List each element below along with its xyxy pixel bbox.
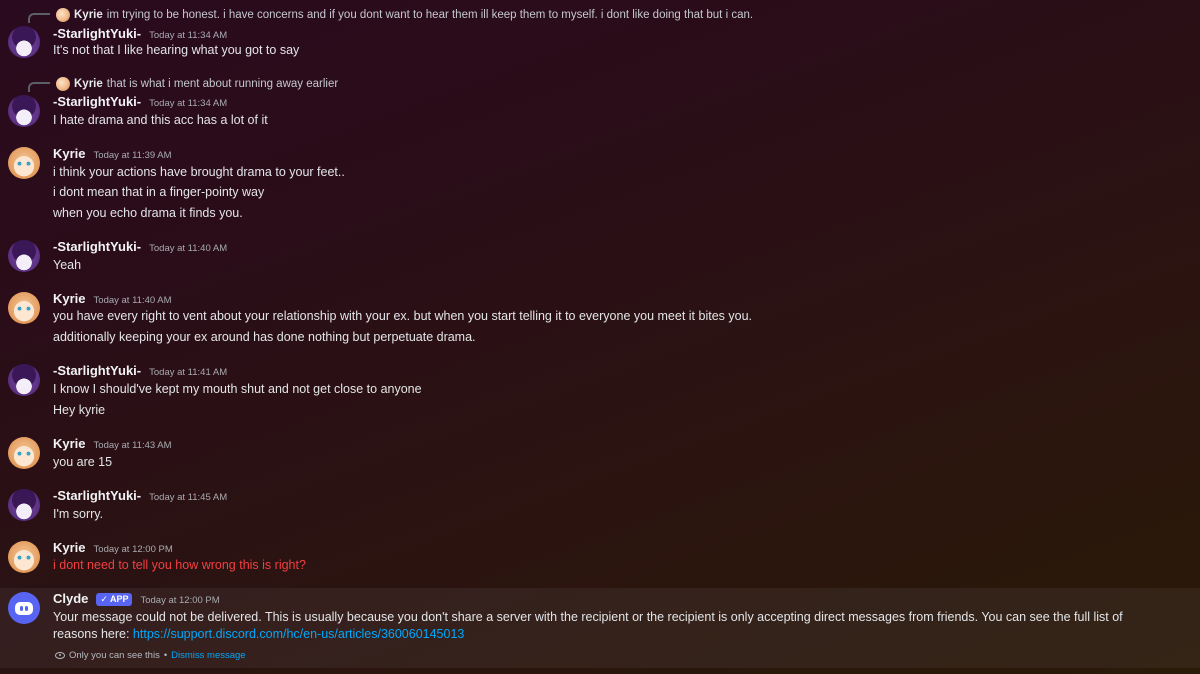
author-name[interactable]: -StarlightYuki- [53,94,141,109]
message-text: I'm sorry. [53,507,104,521]
message-header: -StarlightYuki- Today at 11:40 AM [53,239,227,257]
starlight-avatar[interactable] [8,95,40,127]
reply-author[interactable]: Kyrie [74,78,103,90]
clyde-avatar[interactable] [8,592,40,624]
clyde-bot-icon [15,601,33,615]
author-name[interactable]: -StarlightYuki- [53,239,141,254]
timestamp: Today at 11:34 AM [149,30,228,41]
reply-avatar [56,77,70,91]
message-header: -StarlightYuki- Today at 11:34 AM [53,94,227,112]
reply-preview[interactable]: Kyrie im trying to be honest. i have con… [56,6,753,24]
timestamp: Today at 11:40 AM [149,243,228,254]
ephemeral-notice: Only you can see this • Dismiss message [55,648,246,662]
message-text: i dont mean that in a finger-pointy way [53,185,265,199]
ephemeral-note: Only you can see this [69,649,160,661]
starlight-avatar[interactable] [8,364,40,396]
reply-author[interactable]: Kyrie [74,9,103,21]
author-name[interactable]: Kyrie [53,146,86,161]
author-name[interactable]: -StarlightYuki- [53,363,141,378]
starlight-avatar[interactable] [8,489,40,521]
dismiss-message-button[interactable]: Dismiss message [171,650,245,661]
message-text: It's not that I like hearing what you go… [53,43,300,57]
timestamp: Today at 11:39 AM [93,150,172,161]
author-name[interactable]: -StarlightYuki- [53,26,141,41]
timestamp: Today at 12:00 PM [93,544,173,555]
support-link[interactable]: https://support.discord.com/hc/en-us/art… [133,627,464,641]
system-message-text: Your message could not be delivered. Thi… [53,609,1163,643]
message-text: Hey kyrie [53,403,106,417]
chat-message-list[interactable]: Kyrie im trying to be honest. i have con… [0,0,1200,674]
message-header: Kyrie Today at 11:39 AM [53,146,172,164]
kyrie-avatar[interactable] [8,147,40,179]
reply-avatar [56,8,70,22]
author-name[interactable]: Kyrie [53,291,86,306]
reply-connector [28,82,50,92]
message-text: I hate drama and this acc has a lot of i… [53,113,268,127]
message-text: when you echo drama it finds you. [53,206,243,220]
failed-message-text: i dont need to tell you how wrong this i… [53,558,306,572]
kyrie-avatar[interactable] [8,437,40,469]
starlight-avatar[interactable] [8,240,40,272]
message-text: i think your actions have brought drama … [53,165,345,179]
reply-text: im trying to be honest. i have concerns … [106,9,754,21]
message-text: Yeah [53,258,82,272]
timestamp: Today at 11:41 AM [149,367,228,378]
starlight-avatar[interactable] [8,26,40,58]
timestamp: Today at 12:00 PM [140,595,220,606]
reply-preview[interactable]: Kyrie that is what i ment about running … [56,75,338,93]
author-name[interactable]: Kyrie [53,540,86,555]
kyrie-avatar[interactable] [8,292,40,324]
author-name[interactable]: Kyrie [53,436,86,451]
checkmark-icon: ✓ [100,594,108,604]
author-name[interactable]: Clyde [53,591,88,606]
message-header: Kyrie Today at 11:43 AM [53,436,172,454]
message-text: you have every right to vent about your … [53,309,752,323]
kyrie-avatar[interactable] [8,541,40,573]
reply-text: that is what i ment about running away e… [106,78,339,90]
timestamp: Today at 11:45 AM [149,492,228,503]
message-header: -StarlightYuki- Today at 11:41 AM [53,363,227,381]
message-header: Clyde ✓ APP Today at 12:00 PM [53,591,220,609]
message-text: you are 15 [53,455,113,469]
message-text: I know I should've kept my mouth shut an… [53,382,422,396]
message-text: additionally keeping your ex around has … [53,330,476,344]
app-badge: ✓ APP [96,593,133,606]
timestamp: Today at 11:43 AM [93,440,172,451]
separator-dot: • [163,649,168,661]
author-name[interactable]: -StarlightYuki- [53,488,141,503]
app-badge-label: APP [109,594,129,604]
reply-connector [28,13,50,23]
timestamp: Today at 11:34 AM [149,98,228,109]
timestamp: Today at 11:40 AM [93,295,172,306]
message-header: -StarlightYuki- Today at 11:45 AM [53,488,227,506]
eye-icon [55,651,65,659]
